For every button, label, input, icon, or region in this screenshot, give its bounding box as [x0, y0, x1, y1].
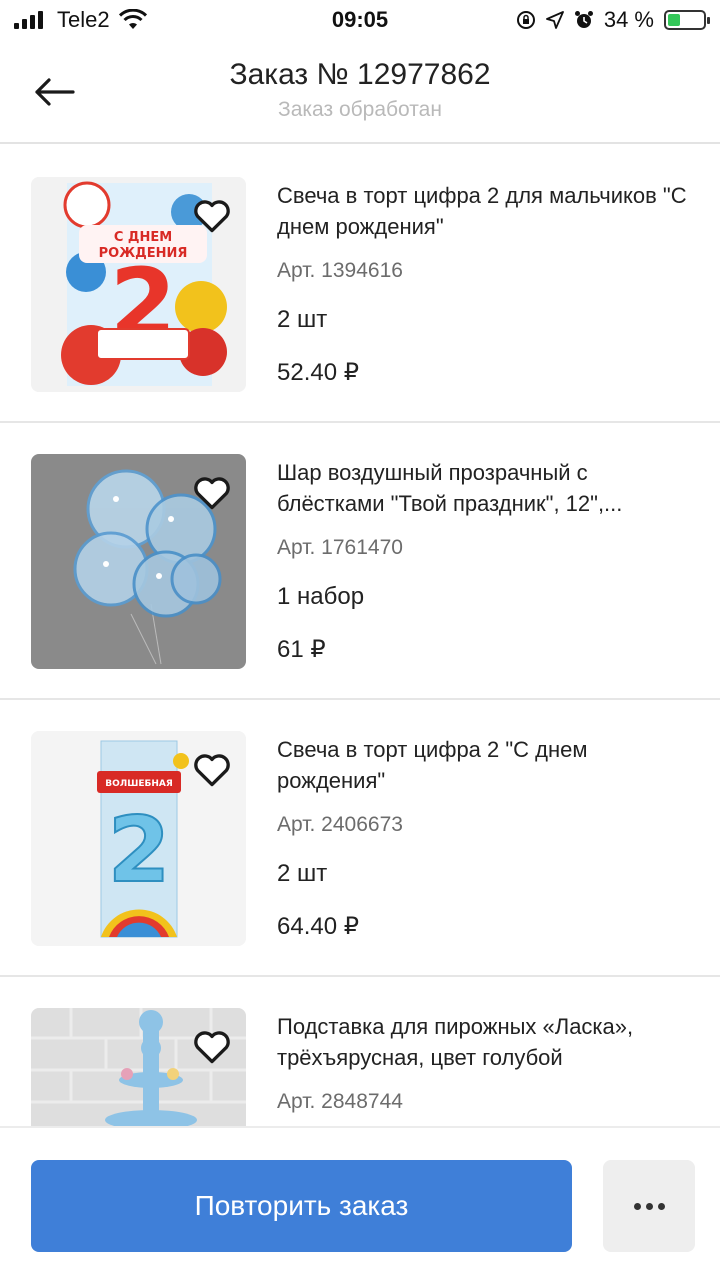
product-name[interactable]: Шар воздушный прозрачный с блёстками "Тв…	[277, 457, 697, 519]
product-price: 61 ₽	[277, 636, 326, 663]
item-info: Свеча в торт цифра 2 для мальчиков "С дн…	[277, 180, 697, 387]
product-price: 64.40 ₽	[277, 913, 359, 940]
orientation-lock-icon	[516, 11, 535, 29]
order-items-list: С ДНЕМ РОЖДЕНИЯ 2 Свеча в торт цифра 2 д…	[0, 146, 720, 1126]
battery-fill	[668, 14, 680, 26]
more-dots-icon	[657, 1202, 665, 1210]
product-quantity: 1 набор	[277, 583, 365, 610]
item-info: Подставка для пирожных «Ласка», трёхъяру…	[277, 1011, 697, 1114]
product-article: Арт. 1394616	[277, 259, 403, 282]
product-image[interactable]: С ДНЕМ РОЖДЕНИЯ 2	[31, 177, 246, 392]
svg-text:2: 2	[108, 798, 171, 903]
svg-text:ВОЛШЕБНАЯ: ВОЛШЕБНАЯ	[105, 779, 173, 789]
product-name[interactable]: Подставка для пирожных «Ласка», трёхъяру…	[277, 1011, 697, 1073]
order-status: Заказ обработан	[278, 98, 442, 121]
heart-icon[interactable]	[190, 470, 234, 514]
item-info: Свеча в торт цифра 2 "С днем рождения" А…	[277, 734, 697, 941]
svg-text:С ДНЕМ: С ДНЕМ	[114, 230, 172, 245]
product-name[interactable]: Свеча в торт цифра 2 для мальчиков "С дн…	[277, 180, 697, 242]
product-image[interactable]	[31, 1008, 246, 1126]
repeat-order-button[interactable]: Повторить заказ	[31, 1160, 572, 1252]
product-article: Арт. 2848744	[277, 1090, 403, 1113]
more-dots-icon	[645, 1202, 653, 1210]
status-bar: Tele2 09:05 34 %	[0, 0, 720, 40]
product-image[interactable]: ВОЛШЕБНАЯ 2	[31, 731, 246, 946]
heart-icon[interactable]	[190, 193, 234, 237]
product-price: 52.40 ₽	[277, 359, 359, 386]
order-item[interactable]: С ДНЕМ РОЖДЕНИЯ 2 Свеча в торт цифра 2 д…	[0, 146, 720, 423]
page-title: Заказ № 12977862	[229, 58, 491, 91]
battery-percent: 34 %	[603, 7, 654, 32]
item-info: Шар воздушный прозрачный с блёстками "Тв…	[277, 457, 697, 664]
heart-icon[interactable]	[190, 747, 234, 791]
product-quantity: 2 шт	[277, 860, 328, 887]
location-icon	[545, 11, 564, 29]
order-item[interactable]: ВОЛШЕБНАЯ 2 Свеча в торт цифра 2 "С днем…	[0, 700, 720, 977]
more-button[interactable]	[603, 1160, 695, 1252]
product-article: Арт. 2406673	[277, 813, 403, 836]
footer: Повторить заказ	[0, 1126, 720, 1280]
order-item[interactable]: Подставка для пирожных «Ласка», трёхъяру…	[0, 977, 720, 1126]
product-name[interactable]: Свеча в торт цифра 2 "С днем рождения"	[277, 734, 697, 796]
status-right: 34 %	[516, 7, 710, 33]
heart-icon[interactable]	[190, 1024, 234, 1068]
product-quantity: 2 шт	[277, 306, 328, 333]
order-item[interactable]: Шар воздушный прозрачный с блёстками "Тв…	[0, 423, 720, 700]
header: Заказ № 12977862 Заказ обработан	[0, 40, 720, 144]
product-image[interactable]	[31, 454, 246, 669]
more-dots-icon	[633, 1202, 641, 1210]
product-article: Арт. 1761470	[277, 536, 403, 559]
battery-icon	[664, 10, 710, 30]
alarm-icon	[574, 11, 593, 28]
